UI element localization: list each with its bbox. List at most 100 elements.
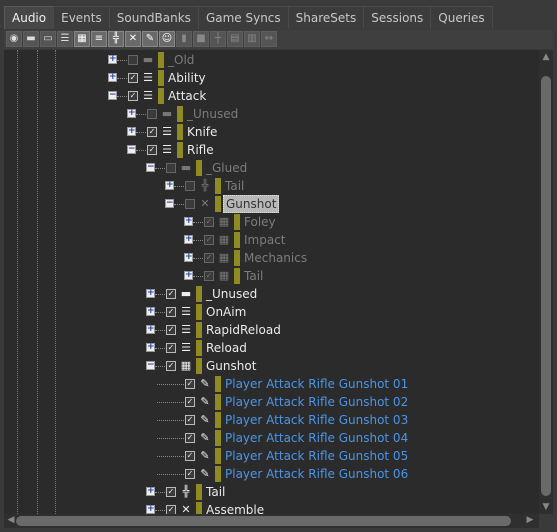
include-checkbox[interactable]: ✓ — [128, 91, 138, 101]
tree-item[interactable]: + ✓ ▦ Foley — [4, 213, 539, 231]
tree-item[interactable]: ✓ ✎ Player Attack Rifle Gunshot 06 — [4, 465, 539, 483]
include-checkbox[interactable] — [166, 163, 176, 173]
collapse-icon[interactable]: − — [108, 91, 117, 100]
actor-mixer-icon[interactable]: ☰ — [57, 31, 73, 47]
include-checkbox[interactable]: ✓ — [166, 343, 176, 353]
include-checkbox[interactable]: ✓ — [147, 145, 157, 155]
expand-icon[interactable]: + — [146, 505, 155, 514]
music-playlist-icon[interactable]: ▤ — [227, 31, 243, 47]
tab-queries[interactable]: Queries — [430, 6, 493, 29]
tree-item[interactable]: ✓ ✎ Player Attack Rifle Gunshot 04 — [4, 429, 539, 447]
horizontal-scroll-thumb[interactable] — [16, 516, 511, 526]
expand-icon[interactable]: + — [184, 235, 193, 244]
sequence-container-icon[interactable]: ≡ — [91, 31, 107, 47]
tree-item[interactable]: + ✓ ▦ Impact — [4, 231, 539, 249]
music-switch-icon[interactable]: ┼ — [210, 31, 226, 47]
tree-item[interactable]: + ▬ _Old — [4, 51, 539, 69]
tab-events[interactable]: Events — [53, 6, 110, 29]
tab-sessions[interactable]: Sessions — [363, 6, 432, 29]
expand-icon[interactable]: + — [127, 127, 136, 136]
include-checkbox[interactable]: ✓ — [204, 253, 214, 263]
tree-item[interactable]: − ✓ ☰ Rifle — [4, 141, 539, 159]
aux-bus-icon[interactable]: ■ — [193, 31, 209, 47]
vertical-scroll-thumb[interactable] — [541, 76, 551, 496]
include-checkbox[interactable]: ✓ — [128, 73, 138, 83]
music-segment-icon[interactable]: ▥ — [244, 31, 260, 47]
tree-item[interactable]: + ✓ ☰ RapidReload — [4, 321, 539, 339]
tree-item[interactable]: + ✓ ✕ Assemble — [4, 501, 539, 514]
collapse-icon[interactable]: − — [146, 361, 155, 370]
expand-icon[interactable]: + — [146, 289, 155, 298]
folder-icon[interactable]: ▬ — [23, 31, 39, 47]
tree-item[interactable]: + ▬ _Unused — [4, 105, 539, 123]
tree-item[interactable]: + ✓ ☰ Ability — [4, 69, 539, 87]
include-checkbox[interactable] — [147, 109, 157, 119]
random-container-icon[interactable]: ✕ — [125, 31, 141, 47]
include-checkbox[interactable]: ✓ — [185, 415, 195, 425]
bus-icon[interactable]: ▮ — [176, 31, 192, 47]
tree-item[interactable]: + ✓ ▬ _Unused — [4, 285, 539, 303]
include-checkbox[interactable]: ✓ — [166, 361, 176, 371]
include-checkbox[interactable]: ✓ — [147, 127, 157, 137]
include-checkbox[interactable]: ✓ — [166, 307, 176, 317]
include-checkbox[interactable]: ✓ — [166, 325, 176, 335]
tree-item[interactable]: ✓ ✎ Player Attack Rifle Gunshot 01 — [4, 375, 539, 393]
music-track-icon[interactable]: ↔ — [261, 31, 277, 47]
scroll-right-icon[interactable]: ▶ — [523, 515, 537, 525]
expand-icon[interactable]: + — [108, 55, 117, 64]
expand-icon[interactable]: + — [108, 73, 117, 82]
expand-icon[interactable]: + — [184, 253, 193, 262]
expand-icon[interactable]: + — [184, 217, 193, 226]
tree-item[interactable]: + ╬ Tail — [4, 177, 539, 195]
tree-item[interactable]: − ✓ ▦ Gunshot — [4, 357, 539, 375]
tree-item[interactable]: ✓ ✎ Player Attack Rifle Gunshot 02 — [4, 393, 539, 411]
switch-container-icon[interactable]: ╬ — [108, 31, 124, 47]
tree-item[interactable]: + ✓ ▦ Tail — [4, 267, 539, 285]
include-checkbox[interactable]: ✓ — [185, 451, 195, 461]
tree-item[interactable]: + ✓ ☰ OnAim — [4, 303, 539, 321]
expand-icon[interactable]: + — [146, 307, 155, 316]
include-checkbox[interactable]: ✓ — [185, 469, 195, 479]
tree-item[interactable]: + ✓ ╬ Tail — [4, 483, 539, 501]
tree-item[interactable]: + ✓ ☰ Reload — [4, 339, 539, 357]
tree-item[interactable]: − ✕ Gunshot — [4, 195, 539, 213]
work-unit-icon[interactable]: ◉ — [6, 31, 22, 47]
include-checkbox[interactable]: ✓ — [185, 379, 195, 389]
include-checkbox[interactable] — [128, 55, 138, 65]
collapse-icon[interactable]: − — [146, 163, 155, 172]
tab-game-syncs[interactable]: Game Syncs — [197, 6, 289, 29]
scroll-up-icon[interactable]: ▲ — [539, 52, 553, 62]
tree-item[interactable]: + ✓ ▦ Mechanics — [4, 249, 539, 267]
vertical-scrollbar[interactable]: ▲ ▼ — [539, 50, 553, 514]
include-checkbox[interactable]: ✓ — [185, 433, 195, 443]
expand-icon[interactable]: + — [146, 343, 155, 352]
include-checkbox[interactable]: ✓ — [166, 487, 176, 497]
expand-icon[interactable]: + — [127, 109, 136, 118]
collapse-icon[interactable]: − — [127, 145, 136, 154]
include-checkbox[interactable] — [185, 199, 195, 209]
include-checkbox[interactable]: ✓ — [204, 235, 214, 245]
include-checkbox[interactable]: ✓ — [166, 289, 176, 299]
scroll-down-icon[interactable]: ▼ — [539, 502, 553, 512]
tree-item[interactable]: ✓ ✎ Player Attack Rifle Gunshot 05 — [4, 447, 539, 465]
tree-item[interactable]: − ▬ _Glued — [4, 159, 539, 177]
project-tree[interactable]: + ▬ _Old + ✓ ☰ Ability − ✓ ☰ Attack + ▬ _Unused + ✓ ☰ Kni… — [4, 50, 539, 514]
expand-icon[interactable]: + — [146, 487, 155, 496]
tab-audio[interactable]: Audio — [4, 6, 55, 29]
include-checkbox[interactable]: ✓ — [204, 217, 214, 227]
tab-sharesets[interactable]: ShareSets — [287, 6, 365, 29]
tree-item[interactable]: + ✓ ☰ Knife — [4, 123, 539, 141]
sound-sfx-icon[interactable]: ✎ — [142, 31, 158, 47]
include-checkbox[interactable]: ✓ — [166, 505, 176, 514]
tab-soundbanks[interactable]: SoundBanks — [108, 6, 199, 29]
expand-icon[interactable]: + — [146, 325, 155, 334]
blend-container-icon[interactable]: ▦ — [74, 31, 90, 47]
tree-item[interactable]: ✓ ✎ Player Attack Rifle Gunshot 03 — [4, 411, 539, 429]
horizontal-scrollbar[interactable]: ◀ ▶ — [4, 514, 539, 528]
include-checkbox[interactable]: ✓ — [204, 271, 214, 281]
collapse-icon[interactable]: − — [165, 199, 174, 208]
include-checkbox[interactable]: ✓ — [185, 397, 195, 407]
include-checkbox[interactable] — [185, 181, 195, 191]
expand-icon[interactable]: + — [165, 181, 174, 190]
tree-item[interactable]: − ✓ ☰ Attack — [4, 87, 539, 105]
